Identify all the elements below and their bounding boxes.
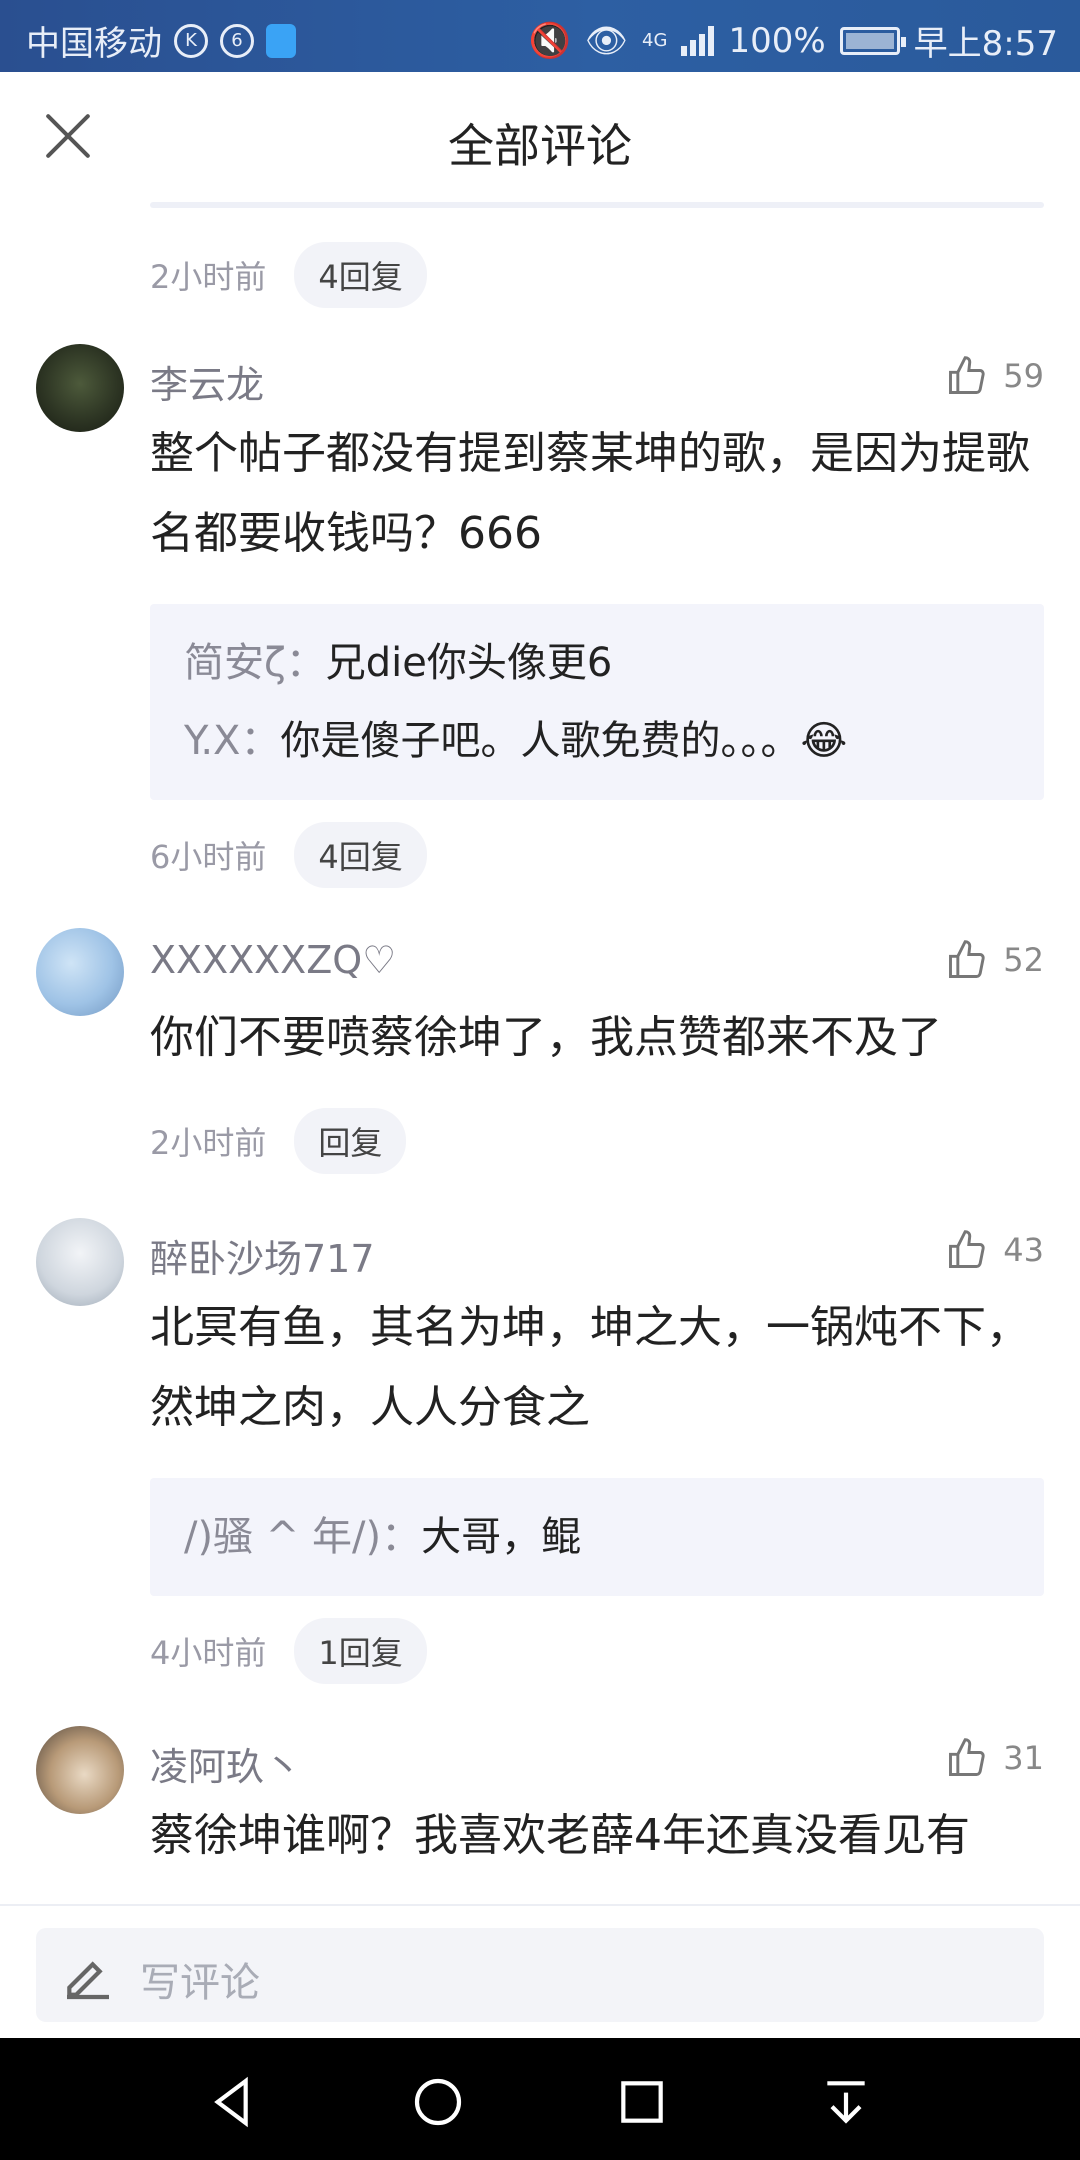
reply-text: 大哥，鲲 — [421, 1514, 582, 1560]
comment-input[interactable]: 写评论 — [36, 1928, 1044, 2022]
reply-count-button[interactable]: 4回复 — [294, 242, 427, 308]
network-label: 4G — [642, 30, 668, 51]
reply-count-button[interactable]: 4回复 — [294, 822, 427, 888]
reply-button[interactable]: 回复 — [294, 1108, 407, 1174]
reply-line: Y.X：你是傻子吧。人歌免费的。。。😂 — [184, 702, 1010, 780]
reply-username: Y.X： — [184, 718, 281, 764]
carrier-label: 中国移动 — [26, 24, 162, 64]
comment-list[interactable]: 2小时前 4回复 李云龙 59 整个帖子都没有提到蔡某坤的歌，是因为提歌名都要收… — [0, 212, 1080, 1902]
reply-username: /)骚 ^ 年/)： — [184, 1514, 422, 1560]
comment-time: 4小时前 — [150, 1634, 267, 1672]
like-button[interactable]: 31 — [945, 1736, 1044, 1780]
status-bar: 中国移动 K 6 🔇 👁 4G 100% 早上8:57 — [0, 0, 1080, 72]
recents-icon[interactable] — [614, 2074, 670, 2130]
comment-text: 你们不要喷蔡徐坤了，我点赞都来不及了 — [150, 1012, 942, 1063]
weibo-icon: 6 — [220, 23, 254, 58]
comment-username[interactable]: 醉卧沙场717 — [150, 1228, 375, 1283]
comment-text: 蔡徐坤谁啊？我喜欢老薛4年还真没看见有 — [150, 1810, 970, 1861]
comment-text: 整个帖子都没有提到蔡某坤的歌，是因为提歌名都要收钱吗？666 — [150, 428, 1030, 559]
shield-icon — [266, 23, 296, 58]
back-icon[interactable] — [206, 2074, 262, 2130]
thumbs-up-icon — [949, 356, 985, 394]
signal-icon — [681, 25, 715, 56]
divider — [150, 202, 1044, 208]
comment-meta: 6小时前 4回复 — [150, 822, 427, 888]
reply-username: 简安ζ： — [184, 640, 326, 686]
like-count: 43 — [1003, 1231, 1044, 1269]
battery-label: 100% — [728, 20, 826, 61]
comment-input-placeholder: 写评论 — [140, 1960, 260, 2006]
comment-input-bar: 写评论 — [0, 1904, 1080, 2040]
navigation-bar — [0, 2038, 1080, 2160]
reply-line: 简安ζ：兄die你头像更6 — [184, 624, 1010, 702]
reply-count-button[interactable]: 1回复 — [294, 1618, 427, 1684]
reply-preview[interactable]: /)骚 ^ 年/)：大哥，鲲 — [150, 1478, 1044, 1596]
comment-username[interactable]: XXXXXXZQ♡ — [150, 938, 396, 982]
avatar[interactable] — [36, 1726, 124, 1814]
home-icon[interactable] — [410, 2074, 466, 2130]
comment-meta: 2小时前 回复 — [150, 1108, 407, 1174]
comment-time: 6小时前 — [150, 838, 267, 876]
like-count: 31 — [1003, 1739, 1044, 1777]
comment-meta: 2小时前 4回复 — [150, 242, 427, 308]
comment-username[interactable]: 李云龙 — [150, 354, 264, 409]
comment-text: 北冥有鱼，其名为坤，坤之大，一锅炖不下，然坤之肉，人人分食之 — [150, 1302, 1030, 1433]
avatar[interactable] — [36, 344, 124, 432]
k-icon: K — [174, 23, 208, 58]
clock: 早上8:57 — [913, 24, 1058, 64]
like-count: 59 — [1003, 357, 1044, 395]
battery-icon — [839, 26, 906, 55]
reply-text: 兄die你头像更6 — [325, 640, 613, 686]
thumbs-up-icon — [949, 1738, 985, 1776]
comment-time: 2小时前 — [150, 1124, 267, 1162]
reply-line: /)骚 ^ 年/)：大哥，鲲 — [184, 1498, 1010, 1576]
thumbs-up-icon — [949, 940, 985, 978]
reply-preview[interactable]: 简安ζ：兄die你头像更6 Y.X：你是傻子吧。人歌免费的。。。😂 — [150, 604, 1044, 800]
notification-icon[interactable] — [818, 2074, 874, 2130]
comment-username[interactable]: 凌阿玖丶 — [150, 1736, 302, 1791]
like-count: 52 — [1003, 941, 1044, 979]
comment-meta: 4小时前 1回复 — [150, 1618, 427, 1684]
pencil-icon — [67, 1961, 109, 2000]
like-button[interactable]: 59 — [945, 354, 1044, 398]
avatar[interactable] — [36, 1218, 124, 1306]
like-button[interactable]: 43 — [945, 1228, 1044, 1272]
header: 全部评论 — [0, 72, 1080, 212]
like-button[interactable]: 52 — [945, 938, 1044, 982]
avatar[interactable] — [36, 928, 124, 1016]
thumbs-up-icon — [949, 1230, 985, 1268]
mute-icon: 🔇 — [528, 20, 571, 61]
page-title: 全部评论 — [448, 119, 632, 173]
comment-time: 2小时前 — [150, 258, 267, 296]
reply-text: 你是傻子吧。人歌免费的。。。😂 — [280, 718, 848, 764]
eye-icon: 👁 — [584, 20, 629, 61]
